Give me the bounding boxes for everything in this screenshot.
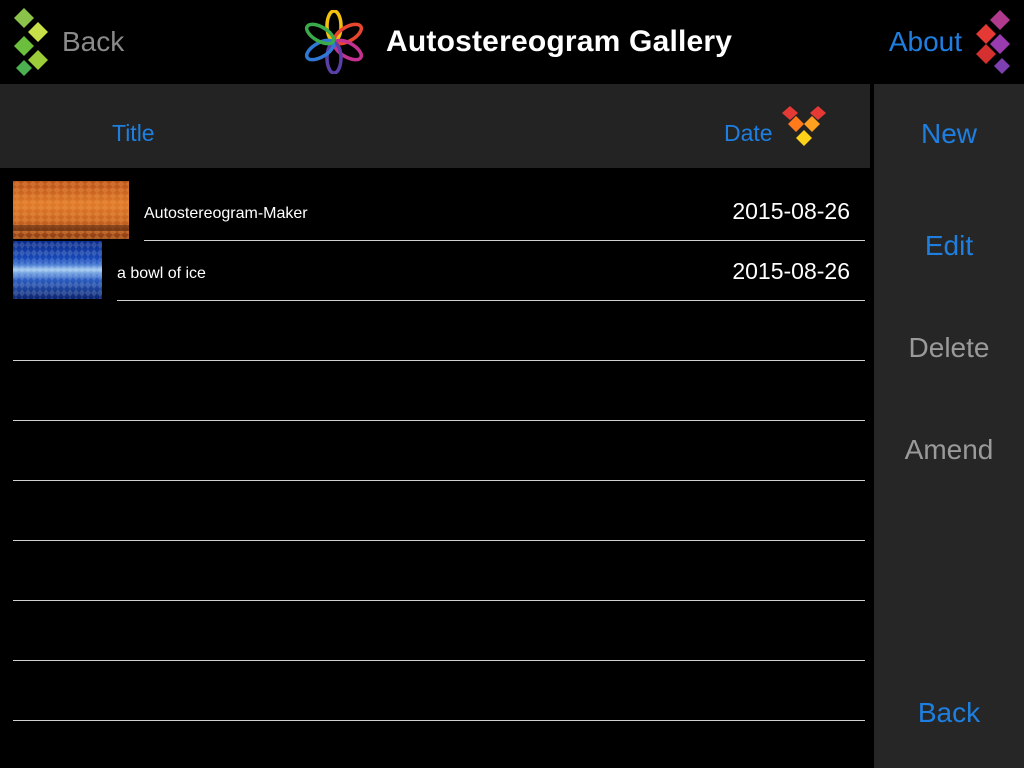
edit-button[interactable]: Edit xyxy=(874,230,1024,262)
flower-logo-icon xyxy=(304,10,364,74)
item-date: 2015-08-26 xyxy=(732,198,850,224)
gallery-list: Autostereogram-Maker 2015-08-26 a bowl o… xyxy=(0,168,870,768)
row-divider xyxy=(13,540,865,541)
item-title: Autostereogram-Maker xyxy=(144,205,308,222)
row-divider xyxy=(13,600,865,601)
row-divider xyxy=(13,360,865,361)
app-title-group: Autostereogram Gallery xyxy=(296,8,732,76)
green-diamonds-icon xyxy=(14,8,48,76)
list-item[interactable]: a bowl of ice 2015-08-26 xyxy=(0,228,870,301)
top-back-label: Back xyxy=(62,26,125,57)
row-divider xyxy=(117,300,865,301)
page-title: Autostereogram Gallery xyxy=(386,25,733,58)
title-column-header[interactable]: Title xyxy=(112,120,155,147)
red-purple-diamonds-icon xyxy=(976,10,1010,74)
top-back-button[interactable]: Back xyxy=(10,6,124,78)
about-label: About xyxy=(888,26,962,57)
date-column-header[interactable]: Date xyxy=(724,120,773,147)
row-divider xyxy=(13,480,865,481)
row-divider xyxy=(13,660,865,661)
list-item[interactable]: Autostereogram-Maker 2015-08-26 xyxy=(0,168,870,241)
action-sidebar: New Edit Delete Amend Back xyxy=(874,84,1024,768)
amend-button[interactable]: Amend xyxy=(874,434,1024,466)
delete-button[interactable]: Delete xyxy=(874,332,1024,364)
about-button[interactable]: About xyxy=(889,6,1016,78)
row-divider xyxy=(13,420,865,421)
row-divider xyxy=(13,720,865,721)
item-title: a bowl of ice xyxy=(117,265,206,282)
thumbnail-bowl-of-ice xyxy=(13,241,102,299)
item-date: 2015-08-26 xyxy=(732,258,850,284)
new-button[interactable]: New xyxy=(874,118,1024,150)
orange-diamonds-sort-icon[interactable] xyxy=(778,104,832,150)
top-bar: Back Autostereogram Gallery About xyxy=(0,0,1024,84)
column-header: Title Date xyxy=(0,84,870,168)
bottom-back-button[interactable]: Back xyxy=(874,697,1024,729)
